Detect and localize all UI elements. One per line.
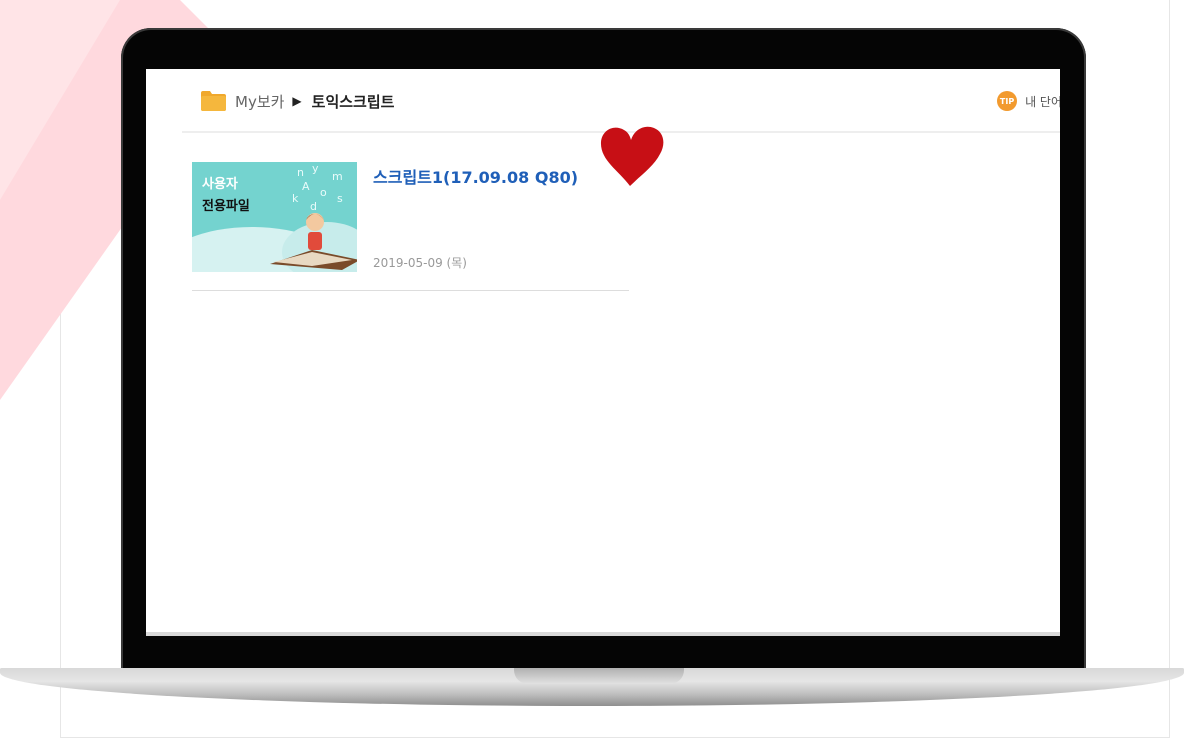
item-title-link[interactable]: 스크립트1(17.09.08 Q80) — [373, 164, 578, 188]
heart-icon — [598, 120, 668, 190]
svg-text:k: k — [292, 192, 299, 205]
tip-link[interactable]: TIP 내 단어 — [997, 91, 1060, 111]
breadcrumb-root[interactable]: My보카 — [235, 91, 284, 112]
tip-icon: TIP — [997, 91, 1018, 111]
thumbnail-caption-line2: 전용파일 — [202, 199, 250, 214]
svg-text:y: y — [312, 162, 319, 175]
breadcrumb-arrow-icon: ▶ — [292, 94, 302, 108]
svg-text:m: m — [332, 170, 343, 183]
item-date: 2019-05-09 (목) — [373, 256, 467, 270]
svg-text:s: s — [337, 192, 343, 205]
folder-icon — [200, 90, 227, 112]
list-item[interactable]: n y m A o k d s 사용자 전용파일 스크립트1(17.09.08 … — [192, 162, 629, 291]
tip-text: 내 단어 — [1025, 94, 1060, 109]
laptop-notch — [514, 668, 684, 684]
screen-bottom-bar — [146, 632, 1060, 636]
breadcrumb-current: 토익스크립트 — [311, 92, 395, 111]
svg-text:o: o — [320, 186, 327, 199]
thumbnail-image[interactable]: n y m A o k d s 사용자 전용파일 — [192, 162, 357, 272]
svg-text:d: d — [310, 200, 317, 213]
breadcrumb: My보카 ▶ 토익스크립트 — [200, 88, 394, 114]
thumbnail-caption: 사용자 전용파일 — [202, 174, 250, 218]
thumbnail-caption-line1: 사용자 — [202, 177, 238, 192]
svg-text:A: A — [302, 180, 310, 193]
svg-text:n: n — [297, 166, 304, 179]
